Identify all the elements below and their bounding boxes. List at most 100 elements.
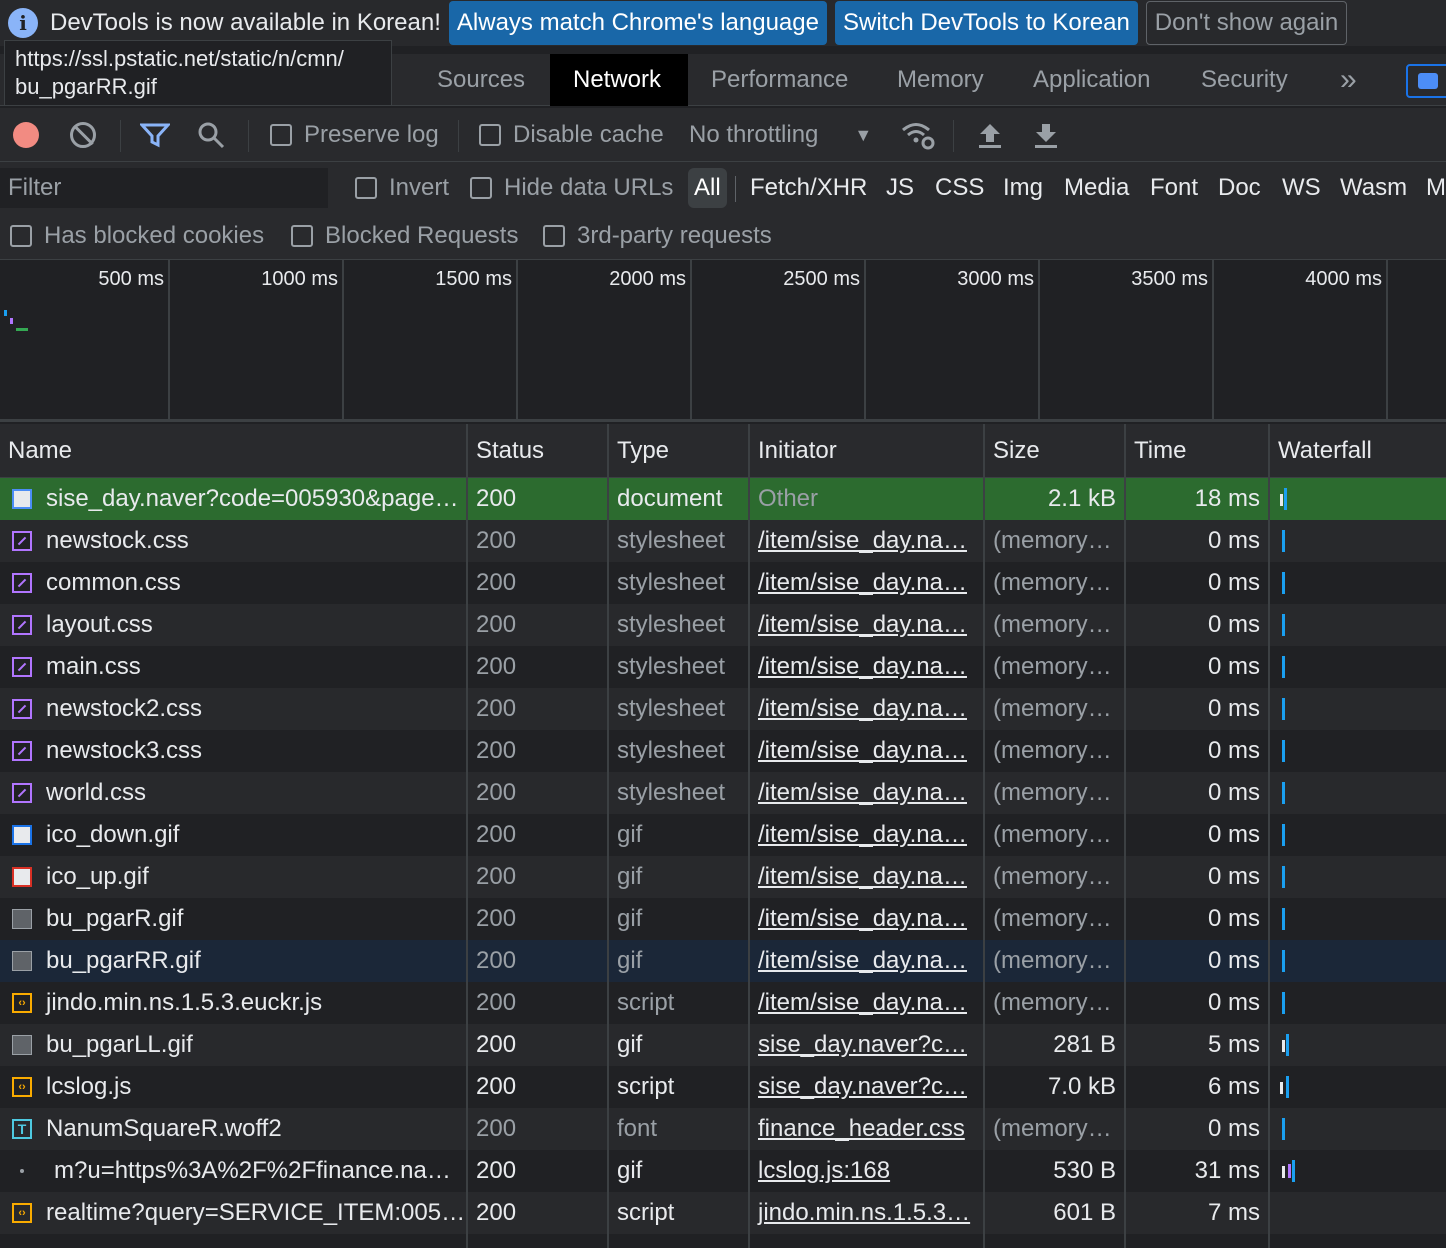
column-type[interactable]: Type [609, 424, 750, 478]
cell-initiator[interactable]: /item/sise_day.na… [750, 520, 983, 562]
cell-name[interactable]: T NanumSquareR.woff2 [0, 1108, 466, 1150]
preserve-log-checkbox[interactable]: Preserve log [270, 108, 439, 162]
cell-initiator[interactable]: sise_day.naver?c… [750, 1066, 983, 1108]
request-row[interactable]: T NanumSquareR.woff2 200 font finance_header… [0, 1108, 1446, 1150]
request-row[interactable]: main.css 200 stylesheet/item/sise_day.na… (… [0, 646, 1446, 688]
cell-initiator[interactable]: /item/sise_day.na… [750, 772, 983, 814]
throttling-select[interactable]: No throttling ▼ [689, 108, 872, 162]
import-har-button[interactable] [976, 108, 1004, 162]
cell-name[interactable]: ‹› lcslog.js [0, 1066, 466, 1108]
column-size[interactable]: Size [985, 424, 1126, 478]
hide-data-urls-checkbox[interactable]: Hide data URLs [470, 168, 673, 208]
request-row[interactable]: ‹› lcslog.js 200 script sise_day.naver?c… 7.0… [0, 1066, 1446, 1108]
cell-initiator[interactable]: lcslog.js:168 [750, 1150, 983, 1192]
cell-name[interactable]: main.css [0, 646, 466, 688]
cell-name[interactable]: common.css [0, 562, 466, 604]
column-name[interactable]: Name [0, 424, 468, 478]
type-filter-ws[interactable]: WS [1276, 168, 1327, 208]
request-row[interactable]: world.css 200 stylesheet/item/sise_day.na…… [0, 772, 1446, 814]
cell-initiator[interactable]: /item/sise_day.na… [750, 562, 983, 604]
type-filter-all[interactable]: All [688, 168, 727, 208]
cell-initiator[interactable]: jindo.min.ns.1.5.3… [750, 1192, 983, 1234]
cell-initiator[interactable]: /item/sise_day.na… [750, 856, 983, 898]
request-row[interactable]: layout.css 200 stylesheet/item/sise_day.na… [0, 604, 1446, 646]
type-filter-img[interactable]: Img [997, 168, 1049, 208]
cell-name[interactable]: ‹› realtime?query=SERVICE_ITEM:005… [0, 1192, 466, 1234]
tab-memory[interactable]: Memory [874, 54, 1007, 106]
blocked-requests-checkbox[interactable]: Blocked Requests [291, 216, 518, 256]
cell-initiator[interactable]: finance_header.css [750, 1108, 983, 1150]
cell-name[interactable]: newstock3.css [0, 730, 466, 772]
clear-button[interactable] [70, 108, 96, 162]
invert-checkbox[interactable]: Invert [355, 168, 449, 208]
type-filter-css[interactable]: CSS [929, 168, 990, 208]
third-party-requests-checkbox[interactable]: 3rd-party requests [543, 216, 772, 256]
cell-name[interactable]: ‹› jindo.min.ns.1.5.3.euckr.js [0, 982, 466, 1024]
cell-name[interactable]: layout.css [0, 604, 466, 646]
column-initiator[interactable]: Initiator [750, 424, 985, 478]
disable-cache-checkbox[interactable]: Disable cache [479, 108, 664, 162]
request-row[interactable]: bu_pgarLL.gif 200 gif sise_day.naver?c… 281 … [0, 1024, 1446, 1066]
always-match-language-button[interactable]: Always match Chrome's language [448, 1, 827, 45]
cell-initiator[interactable]: /item/sise_day.na… [750, 898, 983, 940]
cell-name[interactable]: newstock2.css [0, 688, 466, 730]
request-row[interactable]: bu_pgarR.gif 200 gif/item/sise_day.na… (mem… [0, 898, 1446, 940]
network-overview[interactable]: 500 ms 1000 ms 1500 ms 2000 ms 2500 ms 3… [0, 260, 1446, 422]
cell-name[interactable]: sise_day.naver?code=005930&page… [0, 478, 466, 520]
cell-initiator[interactable]: /item/sise_day.na… [750, 730, 983, 772]
request-row[interactable]: common.css 200 stylesheet/item/sise_day.na… [0, 562, 1446, 604]
feedback-icon[interactable] [1406, 64, 1446, 98]
cell-initiator[interactable]: /item/sise_day.na… [750, 982, 983, 1024]
request-row[interactable]: ico_down.gif 200 gif/item/sise_day.na… (mem… [0, 814, 1446, 856]
cell-initiator[interactable]: /item/sise_day.na… [750, 688, 983, 730]
cell-name[interactable]: world.css [0, 772, 466, 814]
request-row[interactable]: newstock2.css 200 stylesheet/item/sise_day… [0, 688, 1446, 730]
request-row[interactable]: ico_up.gif 200 gif/item/sise_day.na… (memor… [0, 856, 1446, 898]
cell-initiator[interactable]: Other [750, 478, 983, 520]
column-waterfall[interactable]: Waterfall [1270, 424, 1446, 478]
dont-show-again-button[interactable]: Don't show again [1145, 1, 1348, 45]
request-row[interactable]: newstock.css 200 stylesheet/item/sise_day.… [0, 520, 1446, 562]
request-row[interactable]: m?u=https%3A%2F%2Ffinance.na… 200 gif lcslo… [0, 1150, 1446, 1192]
tab-security[interactable]: Security [1178, 54, 1311, 106]
type-filter-fetch-xhr[interactable]: Fetch/XHR [744, 168, 873, 208]
cell-name[interactable]: ico_up.gif [0, 856, 466, 898]
type-filter-wasm[interactable]: Wasm [1334, 168, 1413, 208]
has-blocked-cookies-checkbox[interactable]: Has blocked cookies [10, 216, 264, 256]
type-filter-media[interactable]: Media [1058, 168, 1135, 208]
cell-initiator[interactable]: /item/sise_day.na… [750, 646, 983, 688]
tab-network[interactable]: Network [550, 54, 688, 106]
tab-performance[interactable]: Performance [688, 54, 871, 106]
cell-name[interactable]: bu_pgarLL.gif [0, 1024, 466, 1066]
search-button[interactable] [196, 108, 226, 162]
column-time[interactable]: Time [1126, 424, 1270, 478]
type-filter-manifest[interactable]: M [1420, 168, 1446, 208]
type-filter-font[interactable]: Font [1144, 168, 1204, 208]
type-filter-doc[interactable]: Doc [1212, 168, 1267, 208]
cell-initiator[interactable]: /item/sise_day.na… [750, 814, 983, 856]
column-status[interactable]: Status [468, 424, 609, 478]
cell-name[interactable]: bu_pgarR.gif [0, 898, 466, 940]
request-row[interactable]: newstock3.css 200 stylesheet/item/sise_day… [0, 730, 1446, 772]
filter-toggle-button[interactable] [140, 108, 170, 162]
cell-name[interactable]: bu_pgarRR.gif [0, 940, 466, 982]
request-row[interactable]: ‹› jindo.min.ns.1.5.3.euckr.js 200 script/i… [0, 982, 1446, 1024]
tab-sources[interactable]: Sources [414, 54, 548, 106]
cell-initiator[interactable]: /item/sise_day.na… [750, 940, 983, 982]
network-conditions-button[interactable] [900, 108, 936, 162]
request-row[interactable]: sise_day.naver?code=005930&page… 200 docum… [0, 478, 1446, 520]
export-har-button[interactable] [1032, 108, 1060, 162]
tab-application[interactable]: Application [1010, 54, 1173, 106]
request-row[interactable]: ‹› realtime?query=SERVICE_ITEM:005… 200 scr… [0, 1192, 1446, 1234]
cell-name[interactable]: newstock.css [0, 520, 466, 562]
cell-name[interactable]: ico_down.gif [0, 814, 466, 856]
record-button[interactable] [13, 108, 39, 162]
cell-initiator[interactable]: sise_day.naver?c… [750, 1024, 983, 1066]
type-filter-js[interactable]: JS [880, 168, 920, 208]
cell-initiator[interactable]: /item/sise_day.na… [750, 604, 983, 646]
more-tabs-chevron-icon[interactable]: » [1340, 54, 1357, 106]
filter-input[interactable]: Filter [0, 168, 328, 208]
switch-to-korean-button[interactable]: Switch DevTools to Korean [834, 1, 1138, 45]
request-row[interactable]: bu_pgarRR.gif 200 gif/item/sise_day.na… (me… [0, 940, 1446, 982]
cell-name[interactable]: m?u=https%3A%2F%2Ffinance.na… [0, 1150, 466, 1192]
